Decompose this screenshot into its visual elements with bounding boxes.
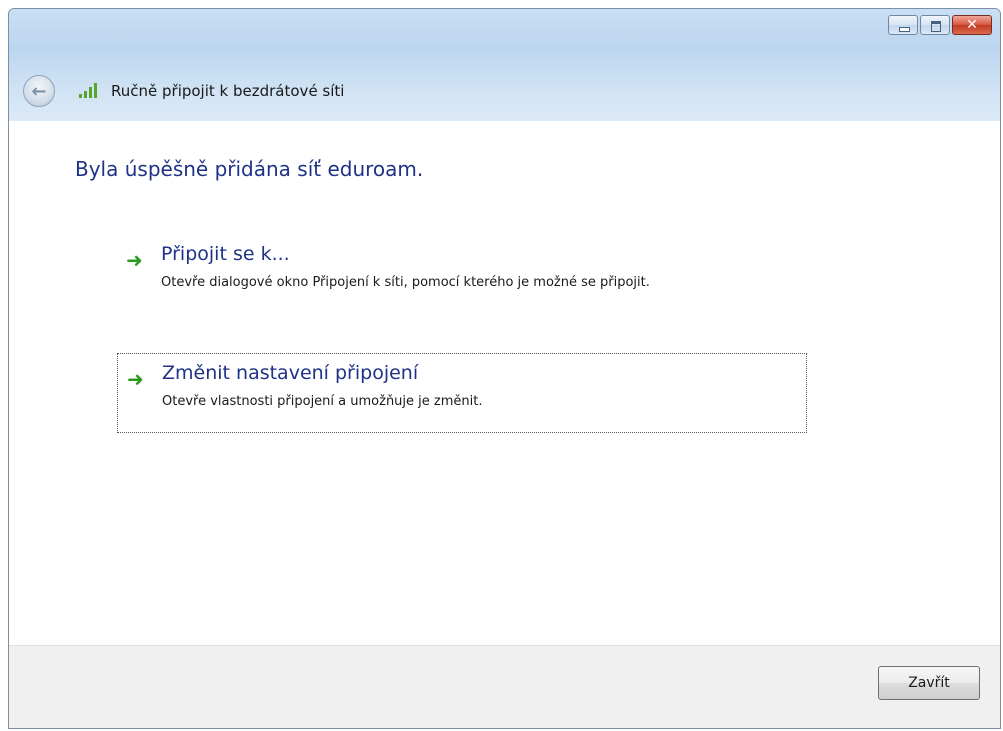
back-button[interactable]: ←	[23, 75, 55, 107]
maximize-button[interactable]	[920, 15, 950, 35]
close-window-button[interactable]: ✕	[952, 15, 992, 35]
back-arrow-icon: ←	[31, 80, 47, 102]
footer-bar: Zavřít	[9, 645, 1000, 728]
window-controls: ✕	[888, 15, 992, 35]
connect-option-description: Otevře dialogové okno Připojení k síti, …	[161, 275, 650, 290]
close-icon: ✕	[966, 17, 978, 33]
wireless-signal-icon	[77, 82, 101, 100]
connect-option[interactable]: ➜ Připojit se k... Otevře dialogové okno…	[117, 235, 807, 315]
change-settings-option-description: Otevře vlastnosti připojení a umožňuje j…	[162, 394, 483, 409]
page-heading: Byla úspěšně přidána síť eduroam.	[75, 157, 424, 181]
wizard-title: Ručně připojit k bezdrátové síti	[111, 82, 345, 100]
minimize-icon	[889, 16, 917, 34]
green-arrow-icon: ➜	[126, 248, 143, 272]
minimize-button[interactable]	[888, 15, 918, 35]
green-arrow-icon: ➜	[127, 367, 144, 391]
connect-option-title: Připojit se k...	[161, 243, 290, 265]
title-bar: ✕ ← Ručně připojit k bezdrátové síti	[9, 9, 1000, 121]
maximize-icon	[921, 16, 949, 34]
wizard-window: ✕ ← Ručně připojit k bezdrátové síti Byl…	[8, 8, 1001, 729]
change-settings-option[interactable]: ➜ Změnit nastavení připojení Otevře vlas…	[117, 353, 807, 433]
navigation-bar: ← Ručně připojit k bezdrátové síti	[9, 61, 1000, 121]
content-area: Byla úspěšně přidána síť eduroam. ➜ Přip…	[9, 121, 1000, 646]
close-button[interactable]: Zavřít	[878, 666, 980, 700]
change-settings-option-title: Změnit nastavení připojení	[162, 362, 419, 384]
